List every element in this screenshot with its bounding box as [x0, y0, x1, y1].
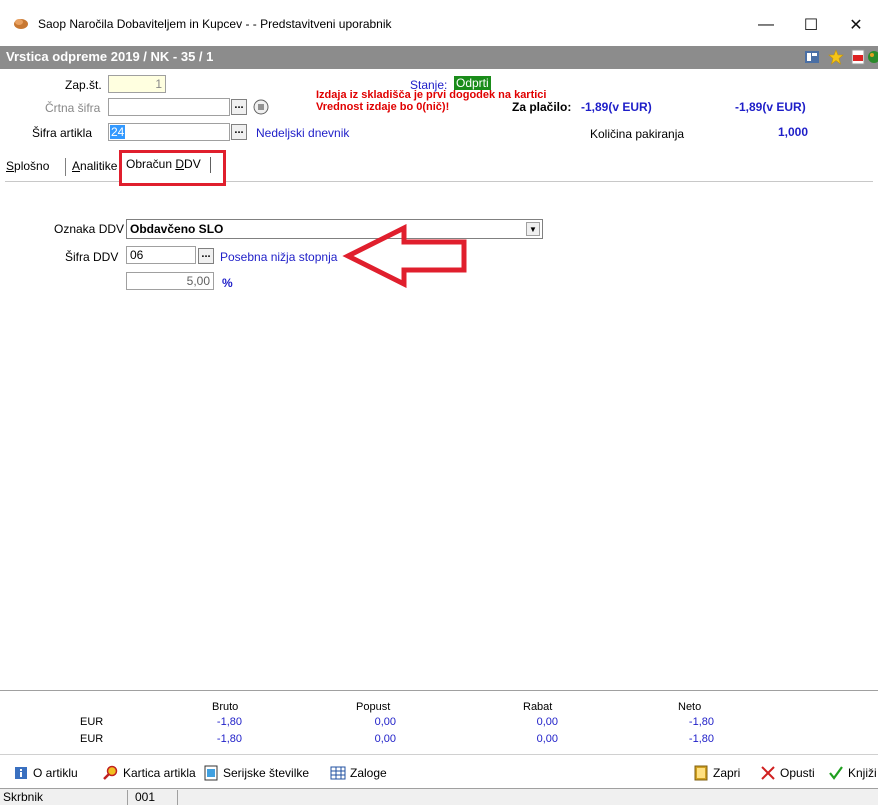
- door-icon: [694, 765, 708, 781]
- knjizi-label: Knjiži: [848, 766, 877, 780]
- za-placilo-label: Za plačilo:: [512, 100, 572, 114]
- kartica-artikla-label: Kartica artikla: [123, 766, 196, 780]
- sifra-ddv-name: Posebna nižja stopnja: [220, 250, 338, 264]
- tab-obracun-ddv[interactable]: Obračun DDV: [119, 150, 226, 186]
- col-rabat: Rabat: [523, 701, 553, 713]
- tab-obracun-ddv-label: Obračun DDV: [126, 157, 201, 171]
- warning-line2: Vrednost izdaje bo 0(nič)!: [316, 101, 450, 113]
- info-book-icon: [15, 767, 27, 779]
- sifra-artikla-lookup-button[interactable]: ...: [231, 124, 247, 140]
- globe-icon[interactable]: [866, 49, 878, 65]
- zaloge-label: Zaloge: [350, 766, 387, 780]
- stanje-badge: Odprti: [454, 76, 491, 90]
- serijske-stevilke-label: Serijske številke: [223, 766, 310, 780]
- kartica-artikla-button[interactable]: Kartica artikla: [103, 764, 196, 782]
- kolicina-label: Količina pakiranja: [590, 127, 685, 141]
- kolicina-value: 1,000: [778, 125, 809, 139]
- checkmark-icon: [829, 766, 843, 780]
- tab-obracun-key: D: [175, 157, 185, 171]
- serial-numbers-icon: [204, 765, 218, 781]
- row1-popust: 0,00: [374, 716, 396, 728]
- crtna-field[interactable]: [108, 98, 230, 116]
- cancel-x-icon: [761, 766, 775, 780]
- arrow-left-icon: [342, 224, 467, 288]
- zaloge-button[interactable]: Zaloge: [330, 764, 387, 782]
- chevron-down-icon[interactable]: ▼: [526, 222, 540, 236]
- oznaka-ddv-label: Oznaka DDV: [54, 222, 125, 236]
- zap-label: Zap.št.: [65, 78, 102, 92]
- ddv-rate-field: 5,00: [126, 272, 214, 290]
- star-icon[interactable]: [828, 49, 844, 65]
- sifra-artikla-field[interactable]: 24: [108, 123, 230, 141]
- app-icon: [14, 19, 28, 29]
- zapri-label: Zapri: [713, 766, 741, 780]
- sifra-artikla-value: 24: [110, 125, 126, 139]
- row1-bruto: -1,80: [216, 716, 242, 728]
- col-bruto: Bruto: [212, 701, 239, 713]
- form-title: Vrstica odpreme 2019 / NK - 35 / 1: [6, 49, 214, 64]
- row2-currency: EUR: [80, 733, 104, 745]
- status-bar: Skrbnik 001: [0, 788, 878, 805]
- tab-splosno-key: S: [6, 159, 15, 173]
- za-placilo-value: -1,89(v EUR): [581, 100, 652, 114]
- layout-icon[interactable]: [804, 49, 820, 65]
- row1-neto: -1,80: [688, 716, 714, 728]
- crtna-lookup-button[interactable]: ...: [231, 99, 247, 115]
- row2-neto: -1,80: [688, 733, 714, 745]
- tab-splosno-rest: plošno: [14, 159, 50, 173]
- window-titlebar: Saop Naročila Dobaviteljem in Kupcev - -…: [0, 0, 878, 46]
- form-header: Vrstica odpreme 2019 / NK - 35 / 1: [0, 46, 878, 69]
- oznaka-ddv-value: Obdavčeno SLO: [130, 222, 224, 236]
- sifra-ddv-field[interactable]: 06: [126, 246, 196, 264]
- ddv-rate-unit: %: [222, 276, 233, 290]
- tab-analitike[interactable]: Analitike: [72, 159, 117, 173]
- status-user: Skrbnik: [0, 790, 128, 805]
- tab-analitike-rest: nalitike: [80, 159, 118, 173]
- opusti-label: Opusti: [780, 766, 815, 780]
- toolbar-divider: [0, 754, 878, 755]
- artikel-name: Nedeljski dnevnik: [256, 126, 350, 140]
- o-artiklu-label: O artiklu: [33, 766, 78, 780]
- row2-bruto: -1,80: [216, 733, 242, 745]
- tab-splosno[interactable]: Splošno: [6, 159, 49, 173]
- o-artiklu-button[interactable]: O artiklu: [13, 764, 78, 782]
- serijske-stevilke-button[interactable]: Serijske številke: [203, 764, 309, 782]
- sifra-ddv-lookup-button[interactable]: ...: [198, 248, 214, 264]
- sifra-ddv-label: Šifra DDV: [65, 250, 119, 264]
- footer-divider: [0, 690, 878, 691]
- sifra-artikla-label: Šifra artikla: [32, 126, 93, 140]
- col-neto: Neto: [678, 701, 702, 713]
- close-button[interactable]: ✕: [834, 10, 878, 40]
- grid-icon: [330, 766, 346, 780]
- zap-field[interactable]: 1: [108, 75, 166, 93]
- crtna-label: Črtna šifra: [45, 101, 101, 115]
- row2-rabat: 0,00: [536, 733, 558, 745]
- za-placilo-value-total: -1,89(v EUR): [735, 100, 806, 114]
- tab-analitike-key: A: [72, 159, 81, 173]
- tab-obracun-divider: [210, 157, 211, 173]
- barcode-icon[interactable]: [253, 99, 269, 115]
- tab-divider: [65, 158, 66, 176]
- row1-rabat: 0,00: [536, 716, 558, 728]
- oznaka-ddv-select[interactable]: Obdavčeno SLO ▼: [126, 219, 543, 239]
- pdf-icon[interactable]: [850, 49, 866, 65]
- tab-obracun-rest: DV: [184, 157, 201, 171]
- row2-popust: 0,00: [374, 733, 396, 745]
- window-title: Saop Naročila Dobaviteljem in Kupcev - -…: [38, 17, 392, 31]
- tab-obracun-pre: Obračun: [126, 157, 176, 171]
- magnifier-icon: [103, 765, 118, 780]
- row1-currency: EUR: [80, 716, 104, 728]
- maximize-button[interactable]: ☐: [789, 10, 833, 40]
- knjizi-button[interactable]: Knjiži: [828, 764, 877, 782]
- opusti-button[interactable]: Opusti: [760, 764, 815, 782]
- zapri-button[interactable]: Zapri: [693, 764, 740, 782]
- status-code: 001: [132, 790, 178, 805]
- col-popust: Popust: [356, 701, 391, 713]
- minimize-button[interactable]: —: [744, 10, 788, 40]
